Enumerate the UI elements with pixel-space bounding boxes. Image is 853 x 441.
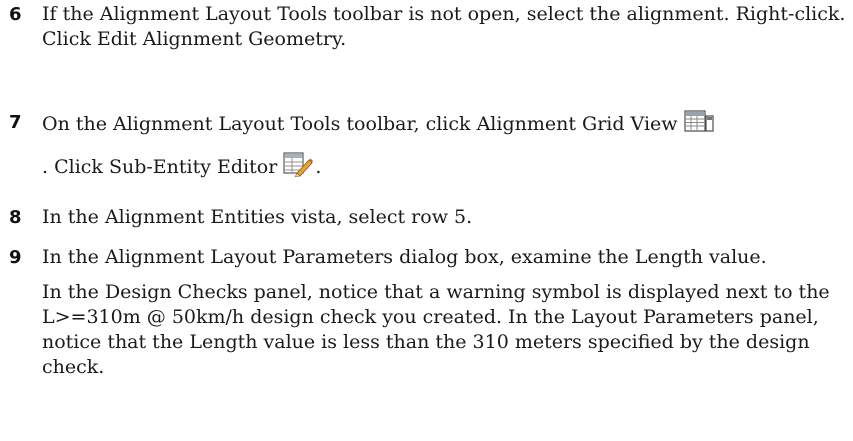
step-6: 6 If the Alignment Layout Tools toolbar … [0, 2, 853, 52]
step-number: 7 [9, 112, 22, 133]
step-text-part: . Click Sub-Entity Editor [42, 156, 278, 178]
step-text: If the Alignment Layout Tools toolbar is… [42, 3, 846, 50]
step-text-part: On the Alignment Layout Tools toolbar, c… [42, 113, 678, 135]
step-text: In the Alignment Entities vista, select … [42, 206, 473, 228]
step-number: 6 [9, 4, 22, 25]
step-9: 9 In the Alignment Layout Parameters dia… [0, 245, 853, 380]
step-text: . Click Sub-Entity Editor . [42, 151, 853, 184]
sub-entity-editor-icon [283, 151, 314, 184]
step-text: In the Alignment Layout Parameters dialo… [42, 246, 767, 268]
grid-view-icon [683, 110, 714, 141]
step-8: 8 In the Alignment Entities vista, selec… [0, 205, 853, 230]
step-7: 7 On the Alignment Layout Tools toolbar,… [0, 110, 853, 184]
step-text-part: . [315, 156, 322, 178]
step-number: 9 [9, 247, 22, 268]
step-text: On the Alignment Layout Tools toolbar, c… [42, 110, 853, 141]
step-number: 8 [9, 207, 22, 228]
step-note: In the Design Checks panel, notice that … [42, 281, 830, 378]
